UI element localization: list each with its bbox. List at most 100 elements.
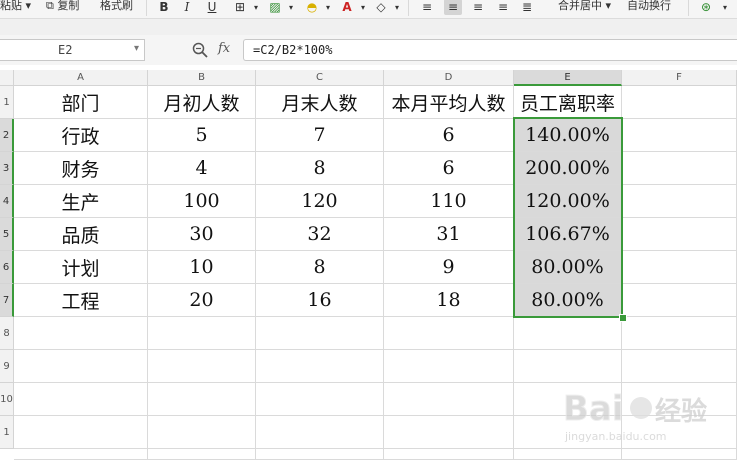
merge-dropdown-icon[interactable]: ▾ bbox=[602, 0, 611, 12]
row-header-9[interactable]: 9 bbox=[0, 350, 14, 383]
chevron-down-icon[interactable]: ▾ bbox=[134, 43, 139, 54]
row-header-10[interactable]: 10 bbox=[0, 383, 14, 416]
table-cell[interactable]: 生产 bbox=[14, 185, 148, 218]
header-cell[interactable]: 月初人数 bbox=[148, 86, 256, 119]
table-cell[interactable]: 106.67% bbox=[514, 218, 622, 251]
table-cell[interactable] bbox=[148, 416, 256, 449]
table-cell[interactable] bbox=[622, 284, 737, 317]
table-cell[interactable] bbox=[622, 119, 737, 152]
table-cell[interactable] bbox=[622, 317, 737, 350]
table-cell[interactable]: 30 bbox=[148, 218, 256, 251]
column-header-f[interactable]: F bbox=[622, 70, 737, 86]
format-painter-button[interactable]: 格式刷 bbox=[100, 0, 133, 14]
table-cell[interactable] bbox=[384, 383, 514, 416]
table-cell[interactable] bbox=[256, 317, 384, 350]
row-header-2[interactable]: 2 bbox=[0, 119, 14, 152]
header-cell[interactable]: 员工离职率 bbox=[514, 86, 622, 119]
table-cell[interactable] bbox=[14, 449, 148, 460]
currency-dropdown-icon[interactable]: ▾ bbox=[716, 0, 734, 15]
table-cell[interactable]: 财务 bbox=[14, 152, 148, 185]
table-cell[interactable]: 行政 bbox=[14, 119, 148, 152]
paste-button[interactable]: 粘贴 ▾ bbox=[0, 0, 31, 14]
header-cell[interactable]: 月末人数 bbox=[256, 86, 384, 119]
table-cell[interactable] bbox=[14, 383, 148, 416]
border-dropdown-icon[interactable]: ▾ bbox=[247, 0, 265, 15]
row-header-7[interactable]: 7 bbox=[0, 284, 14, 317]
table-cell[interactable]: 110 bbox=[384, 185, 514, 218]
table-cell[interactable]: 4 bbox=[148, 152, 256, 185]
merge-center-button[interactable]: 合并居中 ▾ bbox=[558, 0, 611, 14]
table-cell[interactable]: 5 bbox=[148, 119, 256, 152]
table-cell[interactable]: 20 bbox=[148, 284, 256, 317]
table-cell[interactable]: 6 bbox=[384, 119, 514, 152]
table-cell[interactable]: 32 bbox=[256, 218, 384, 251]
table-cell[interactable]: 品质 bbox=[14, 218, 148, 251]
distributed-icon[interactable]: ≣ bbox=[518, 0, 536, 15]
table-cell[interactable]: 18 bbox=[384, 284, 514, 317]
table-cell[interactable]: 100 bbox=[148, 185, 256, 218]
table-cell[interactable]: 16 bbox=[256, 284, 384, 317]
font-color-dropdown-icon[interactable]: ▾ bbox=[354, 0, 372, 15]
table-cell[interactable] bbox=[384, 317, 514, 350]
table-cell[interactable] bbox=[622, 251, 737, 284]
table-cell[interactable]: 工程 bbox=[14, 284, 148, 317]
table-cell[interactable] bbox=[622, 152, 737, 185]
italic-button[interactable]: I bbox=[178, 0, 196, 15]
justify-icon[interactable]: ≡ bbox=[494, 0, 512, 15]
table-cell[interactable] bbox=[384, 449, 514, 460]
row-header-8[interactable]: 8 bbox=[0, 317, 14, 350]
align-center-icon[interactable]: ≡ bbox=[444, 0, 462, 15]
paste-dropdown-icon[interactable]: ▾ bbox=[22, 0, 31, 12]
table-cell[interactable]: 10 bbox=[148, 251, 256, 284]
table-cell[interactable] bbox=[622, 218, 737, 251]
column-header-e[interactable]: E bbox=[514, 70, 622, 86]
table-cell[interactable] bbox=[256, 416, 384, 449]
wrap-text-button[interactable]: 自动换行 bbox=[627, 0, 671, 14]
row-header-3[interactable]: 3 bbox=[0, 152, 14, 185]
clear-dropdown-icon[interactable]: ▾ bbox=[388, 0, 406, 15]
table-cell[interactable] bbox=[256, 383, 384, 416]
table-cell[interactable] bbox=[384, 350, 514, 383]
underline-button[interactable]: U bbox=[203, 0, 221, 15]
table-cell[interactable] bbox=[622, 449, 737, 460]
table-cell[interactable] bbox=[514, 317, 622, 350]
table-cell[interactable]: 200.00% bbox=[514, 152, 622, 185]
highlight-dropdown-icon[interactable]: ▾ bbox=[319, 0, 337, 15]
column-header-c[interactable]: C bbox=[256, 70, 384, 86]
name-box[interactable]: E2 ▾ bbox=[0, 39, 145, 61]
zoom-icon[interactable] bbox=[191, 41, 209, 59]
table-cell[interactable] bbox=[14, 416, 148, 449]
table-cell[interactable] bbox=[14, 350, 148, 383]
table-cell[interactable] bbox=[148, 449, 256, 460]
column-header-b[interactable]: B bbox=[148, 70, 256, 86]
fill-dropdown-icon[interactable]: ▾ bbox=[282, 0, 300, 15]
bold-button[interactable]: B bbox=[155, 0, 173, 15]
table-cell[interactable] bbox=[622, 185, 737, 218]
row-header-4[interactable]: 4 bbox=[0, 185, 14, 218]
table-cell[interactable]: 计划 bbox=[14, 251, 148, 284]
table-cell[interactable]: 140.00% bbox=[514, 119, 622, 152]
formula-input[interactable]: =C2/B2*100% bbox=[243, 39, 737, 61]
row-header-11[interactable]: 1 bbox=[0, 416, 14, 449]
row-header-6[interactable]: 6 bbox=[0, 251, 14, 284]
table-cell[interactable] bbox=[148, 350, 256, 383]
currency-icon[interactable]: ⊛ bbox=[697, 0, 715, 15]
fill-handle[interactable] bbox=[619, 314, 627, 322]
table-cell[interactable]: 9 bbox=[384, 251, 514, 284]
table-cell[interactable] bbox=[256, 449, 384, 460]
column-header-d[interactable]: D bbox=[384, 70, 514, 86]
row-header-1[interactable]: 1 bbox=[0, 86, 14, 119]
align-left-icon[interactable]: ≡ bbox=[418, 0, 436, 15]
table-cell[interactable] bbox=[148, 317, 256, 350]
table-cell[interactable]: 7 bbox=[256, 119, 384, 152]
table-cell[interactable] bbox=[14, 317, 148, 350]
header-cell[interactable] bbox=[622, 86, 737, 119]
table-cell[interactable]: 120.00% bbox=[514, 185, 622, 218]
table-cell[interactable]: 6 bbox=[384, 152, 514, 185]
table-cell[interactable]: 8 bbox=[256, 251, 384, 284]
table-cell[interactable]: 8 bbox=[256, 152, 384, 185]
header-cell[interactable]: 本月平均人数 bbox=[384, 86, 514, 119]
copy-button[interactable]: ⧉ 复制 bbox=[46, 0, 79, 14]
table-cell[interactable]: 31 bbox=[384, 218, 514, 251]
table-cell[interactable] bbox=[384, 416, 514, 449]
